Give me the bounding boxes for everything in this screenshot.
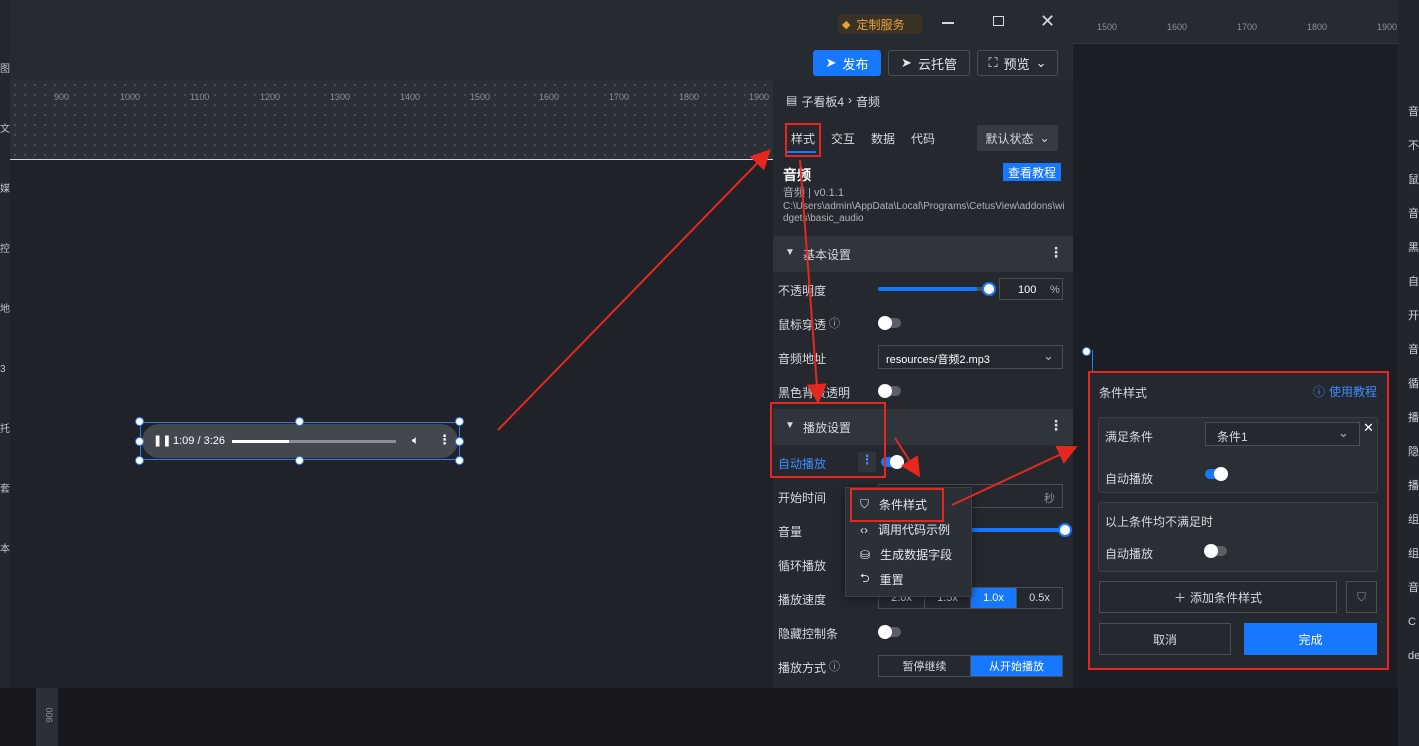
arrow-to-menu [894,437,921,478]
arrow-to-style-tab [497,149,771,431]
annotation-arrows [497,149,1078,506]
arrow-to-play-settings [799,159,827,404]
arrow-to-dialog [951,445,1078,506]
